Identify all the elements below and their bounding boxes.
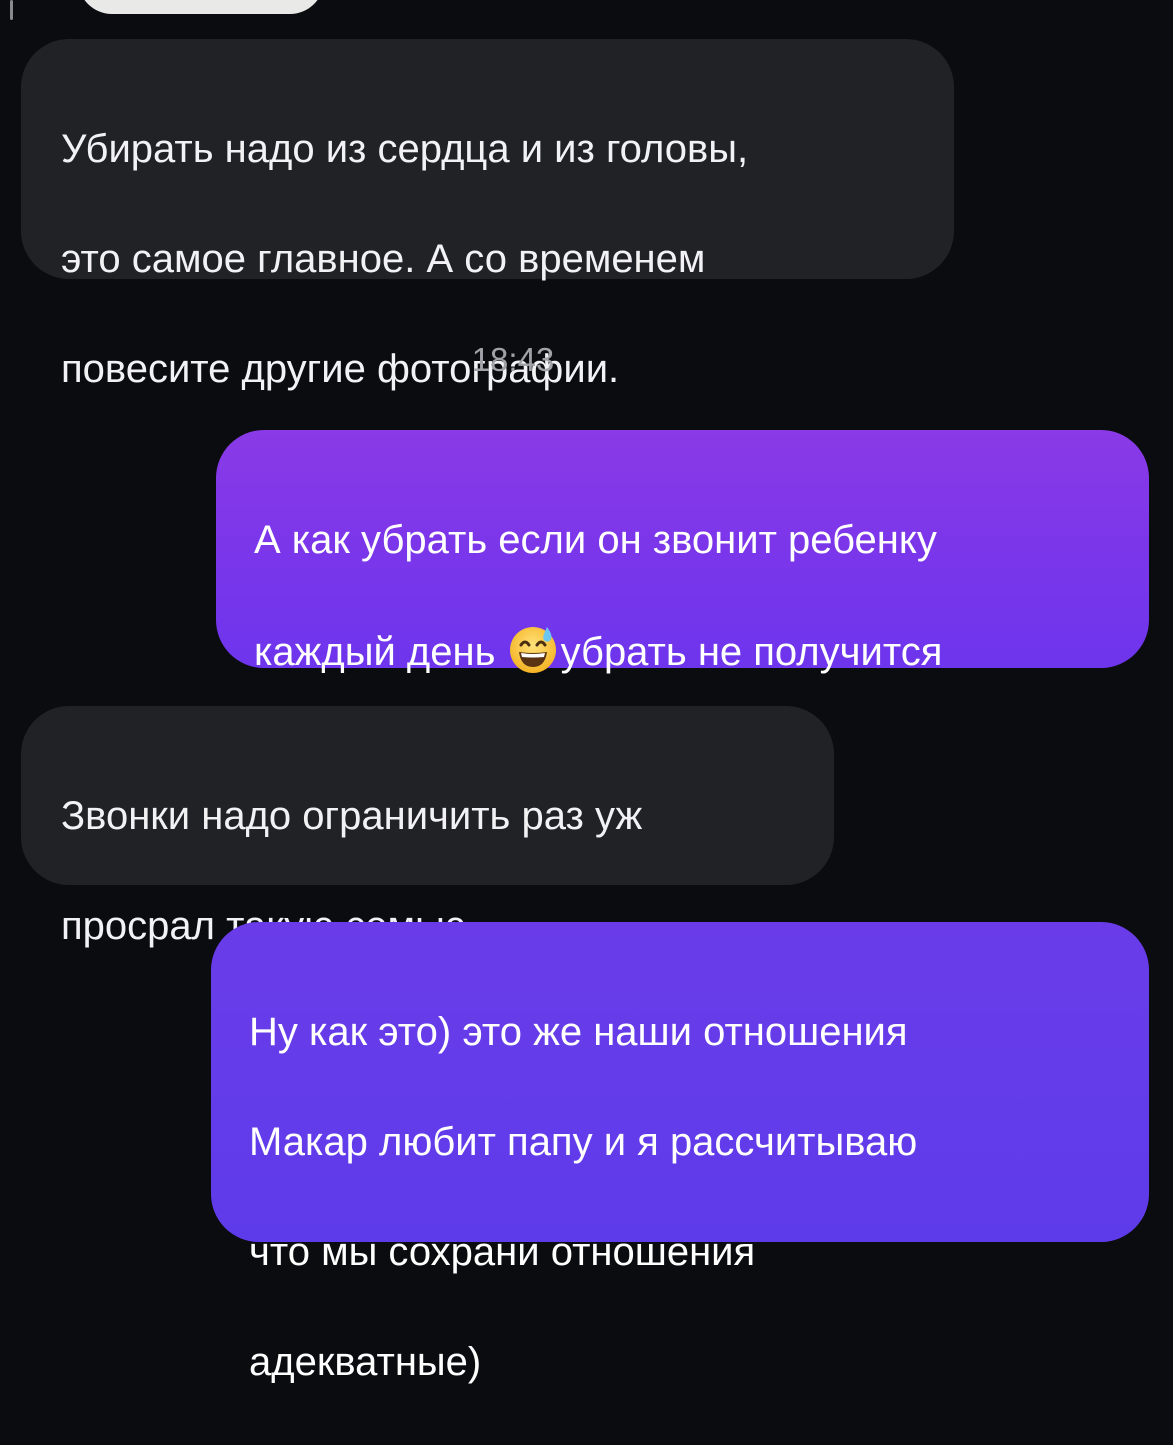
previous-image-bubble[interactable] xyxy=(78,0,324,14)
outgoing-message[interactable]: А как убрать если он звонит ребенку кажд… xyxy=(216,430,1149,784)
message-text-line: каждый день убрать не получится xyxy=(254,623,1115,680)
message-timestamp: 18:43 xyxy=(471,341,555,378)
message-text-fragment: убрать не получится xyxy=(560,630,943,674)
message-text-line: Макар любит папу и я рассчитываю xyxy=(249,1120,918,1164)
grinning-face-with-sweat-icon xyxy=(509,627,556,673)
message-text-line: Убирать надо из сердца и из головы, xyxy=(61,127,749,171)
message-text-line: А как убрать если он звонит ребенку xyxy=(254,518,937,562)
message-text-line: Звонки надо ограничить раз уж xyxy=(61,794,643,838)
message-text-fragment: каждый день xyxy=(254,630,496,674)
incoming-message[interactable]: Звонки надо ограничить раз уж просрал та… xyxy=(21,706,834,948)
message-text-line: это самое главное. А со временем xyxy=(61,237,706,281)
scroll-edge-indicator xyxy=(10,0,13,20)
message-text-line: Ну как это) это же наши отношения xyxy=(249,1010,908,1054)
incoming-message[interactable]: Убирать надо из сердца и из головы, это … xyxy=(21,39,954,391)
message-text-line: что мы сохрани отношения xyxy=(249,1230,756,1274)
outgoing-message[interactable]: Ну как это) это же наши отношения Макар … xyxy=(211,922,1149,1384)
message-text-line: адекватные) xyxy=(249,1340,482,1384)
